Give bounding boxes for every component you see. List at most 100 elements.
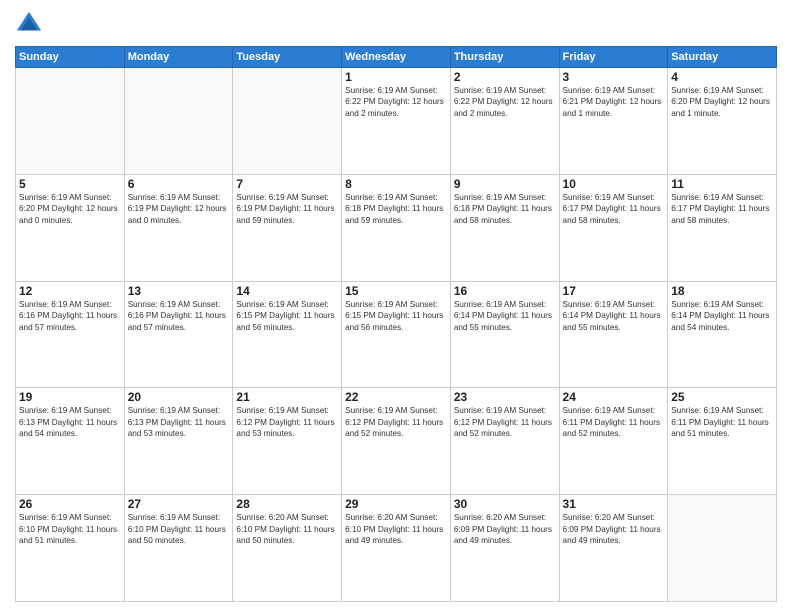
calendar-cell: 31Sunrise: 6:20 AM Sunset: 6:09 PM Dayli… xyxy=(559,495,668,602)
calendar-cell xyxy=(233,68,342,175)
day-info: Sunrise: 6:19 AM Sunset: 6:20 PM Dayligh… xyxy=(671,85,773,119)
calendar-cell: 12Sunrise: 6:19 AM Sunset: 6:16 PM Dayli… xyxy=(16,281,125,388)
day-number: 31 xyxy=(563,497,665,511)
day-number: 20 xyxy=(128,390,230,404)
day-number: 15 xyxy=(345,284,447,298)
day-number: 14 xyxy=(236,284,338,298)
weekday-header-row: SundayMondayTuesdayWednesdayThursdayFrid… xyxy=(16,47,777,68)
day-info: Sunrise: 6:19 AM Sunset: 6:15 PM Dayligh… xyxy=(345,299,447,333)
day-info: Sunrise: 6:20 AM Sunset: 6:09 PM Dayligh… xyxy=(454,512,556,546)
day-info: Sunrise: 6:19 AM Sunset: 6:17 PM Dayligh… xyxy=(671,192,773,226)
weekday-header: Friday xyxy=(559,47,668,68)
day-info: Sunrise: 6:19 AM Sunset: 6:19 PM Dayligh… xyxy=(128,192,230,226)
day-number: 11 xyxy=(671,177,773,191)
weekday-header: Saturday xyxy=(668,47,777,68)
day-info: Sunrise: 6:19 AM Sunset: 6:19 PM Dayligh… xyxy=(236,192,338,226)
day-number: 7 xyxy=(236,177,338,191)
weekday-header: Thursday xyxy=(450,47,559,68)
day-info: Sunrise: 6:19 AM Sunset: 6:16 PM Dayligh… xyxy=(19,299,121,333)
day-number: 22 xyxy=(345,390,447,404)
day-info: Sunrise: 6:19 AM Sunset: 6:10 PM Dayligh… xyxy=(128,512,230,546)
day-info: Sunrise: 6:19 AM Sunset: 6:20 PM Dayligh… xyxy=(19,192,121,226)
day-number: 13 xyxy=(128,284,230,298)
day-info: Sunrise: 6:19 AM Sunset: 6:11 PM Dayligh… xyxy=(563,405,665,439)
day-info: Sunrise: 6:19 AM Sunset: 6:12 PM Dayligh… xyxy=(236,405,338,439)
day-info: Sunrise: 6:19 AM Sunset: 6:22 PM Dayligh… xyxy=(345,85,447,119)
day-info: Sunrise: 6:19 AM Sunset: 6:10 PM Dayligh… xyxy=(19,512,121,546)
calendar-cell: 4Sunrise: 6:19 AM Sunset: 6:20 PM Daylig… xyxy=(668,68,777,175)
calendar-week-row: 26Sunrise: 6:19 AM Sunset: 6:10 PM Dayli… xyxy=(16,495,777,602)
calendar-cell: 3Sunrise: 6:19 AM Sunset: 6:21 PM Daylig… xyxy=(559,68,668,175)
day-number: 30 xyxy=(454,497,556,511)
calendar-cell: 13Sunrise: 6:19 AM Sunset: 6:16 PM Dayli… xyxy=(124,281,233,388)
calendar-cell: 15Sunrise: 6:19 AM Sunset: 6:15 PM Dayli… xyxy=(342,281,451,388)
calendar-table: SundayMondayTuesdayWednesdayThursdayFrid… xyxy=(15,46,777,602)
calendar-cell: 21Sunrise: 6:19 AM Sunset: 6:12 PM Dayli… xyxy=(233,388,342,495)
day-info: Sunrise: 6:19 AM Sunset: 6:16 PM Dayligh… xyxy=(128,299,230,333)
day-number: 10 xyxy=(563,177,665,191)
calendar-cell: 27Sunrise: 6:19 AM Sunset: 6:10 PM Dayli… xyxy=(124,495,233,602)
calendar-cell: 19Sunrise: 6:19 AM Sunset: 6:13 PM Dayli… xyxy=(16,388,125,495)
calendar-cell: 26Sunrise: 6:19 AM Sunset: 6:10 PM Dayli… xyxy=(16,495,125,602)
calendar-cell xyxy=(124,68,233,175)
day-number: 9 xyxy=(454,177,556,191)
day-number: 27 xyxy=(128,497,230,511)
calendar-cell: 11Sunrise: 6:19 AM Sunset: 6:17 PM Dayli… xyxy=(668,174,777,281)
day-number: 24 xyxy=(563,390,665,404)
day-info: Sunrise: 6:19 AM Sunset: 6:15 PM Dayligh… xyxy=(236,299,338,333)
logo-icon xyxy=(15,10,43,38)
weekday-header: Tuesday xyxy=(233,47,342,68)
calendar-cell: 29Sunrise: 6:20 AM Sunset: 6:10 PM Dayli… xyxy=(342,495,451,602)
calendar-cell: 1Sunrise: 6:19 AM Sunset: 6:22 PM Daylig… xyxy=(342,68,451,175)
weekday-header: Sunday xyxy=(16,47,125,68)
calendar-week-row: 12Sunrise: 6:19 AM Sunset: 6:16 PM Dayli… xyxy=(16,281,777,388)
day-info: Sunrise: 6:19 AM Sunset: 6:11 PM Dayligh… xyxy=(671,405,773,439)
calendar-cell: 17Sunrise: 6:19 AM Sunset: 6:14 PM Dayli… xyxy=(559,281,668,388)
calendar-cell: 8Sunrise: 6:19 AM Sunset: 6:18 PM Daylig… xyxy=(342,174,451,281)
calendar-week-row: 1Sunrise: 6:19 AM Sunset: 6:22 PM Daylig… xyxy=(16,68,777,175)
day-info: Sunrise: 6:19 AM Sunset: 6:13 PM Dayligh… xyxy=(19,405,121,439)
day-info: Sunrise: 6:19 AM Sunset: 6:13 PM Dayligh… xyxy=(128,405,230,439)
calendar-cell: 20Sunrise: 6:19 AM Sunset: 6:13 PM Dayli… xyxy=(124,388,233,495)
day-number: 28 xyxy=(236,497,338,511)
day-info: Sunrise: 6:20 AM Sunset: 6:09 PM Dayligh… xyxy=(563,512,665,546)
calendar-week-row: 19Sunrise: 6:19 AM Sunset: 6:13 PM Dayli… xyxy=(16,388,777,495)
calendar-cell: 10Sunrise: 6:19 AM Sunset: 6:17 PM Dayli… xyxy=(559,174,668,281)
weekday-header: Monday xyxy=(124,47,233,68)
calendar-cell: 23Sunrise: 6:19 AM Sunset: 6:12 PM Dayli… xyxy=(450,388,559,495)
day-number: 16 xyxy=(454,284,556,298)
calendar-week-row: 5Sunrise: 6:19 AM Sunset: 6:20 PM Daylig… xyxy=(16,174,777,281)
calendar-cell: 30Sunrise: 6:20 AM Sunset: 6:09 PM Dayli… xyxy=(450,495,559,602)
day-number: 23 xyxy=(454,390,556,404)
day-number: 25 xyxy=(671,390,773,404)
day-info: Sunrise: 6:19 AM Sunset: 6:12 PM Dayligh… xyxy=(454,405,556,439)
day-number: 19 xyxy=(19,390,121,404)
calendar-cell: 24Sunrise: 6:19 AM Sunset: 6:11 PM Dayli… xyxy=(559,388,668,495)
day-number: 21 xyxy=(236,390,338,404)
day-info: Sunrise: 6:19 AM Sunset: 6:14 PM Dayligh… xyxy=(454,299,556,333)
day-number: 2 xyxy=(454,70,556,84)
day-number: 3 xyxy=(563,70,665,84)
calendar-cell: 22Sunrise: 6:19 AM Sunset: 6:12 PM Dayli… xyxy=(342,388,451,495)
calendar-cell: 18Sunrise: 6:19 AM Sunset: 6:14 PM Dayli… xyxy=(668,281,777,388)
day-number: 17 xyxy=(563,284,665,298)
logo xyxy=(15,10,47,38)
day-info: Sunrise: 6:19 AM Sunset: 6:21 PM Dayligh… xyxy=(563,85,665,119)
day-number: 4 xyxy=(671,70,773,84)
calendar-cell: 25Sunrise: 6:19 AM Sunset: 6:11 PM Dayli… xyxy=(668,388,777,495)
calendar-cell: 14Sunrise: 6:19 AM Sunset: 6:15 PM Dayli… xyxy=(233,281,342,388)
day-info: Sunrise: 6:19 AM Sunset: 6:14 PM Dayligh… xyxy=(671,299,773,333)
day-number: 12 xyxy=(19,284,121,298)
day-number: 1 xyxy=(345,70,447,84)
day-number: 6 xyxy=(128,177,230,191)
calendar-cell: 7Sunrise: 6:19 AM Sunset: 6:19 PM Daylig… xyxy=(233,174,342,281)
day-info: Sunrise: 6:19 AM Sunset: 6:14 PM Dayligh… xyxy=(563,299,665,333)
header xyxy=(15,10,777,38)
calendar-cell: 2Sunrise: 6:19 AM Sunset: 6:22 PM Daylig… xyxy=(450,68,559,175)
day-number: 8 xyxy=(345,177,447,191)
day-number: 5 xyxy=(19,177,121,191)
calendar-cell: 28Sunrise: 6:20 AM Sunset: 6:10 PM Dayli… xyxy=(233,495,342,602)
calendar-cell xyxy=(16,68,125,175)
calendar-cell: 16Sunrise: 6:19 AM Sunset: 6:14 PM Dayli… xyxy=(450,281,559,388)
day-info: Sunrise: 6:19 AM Sunset: 6:22 PM Dayligh… xyxy=(454,85,556,119)
